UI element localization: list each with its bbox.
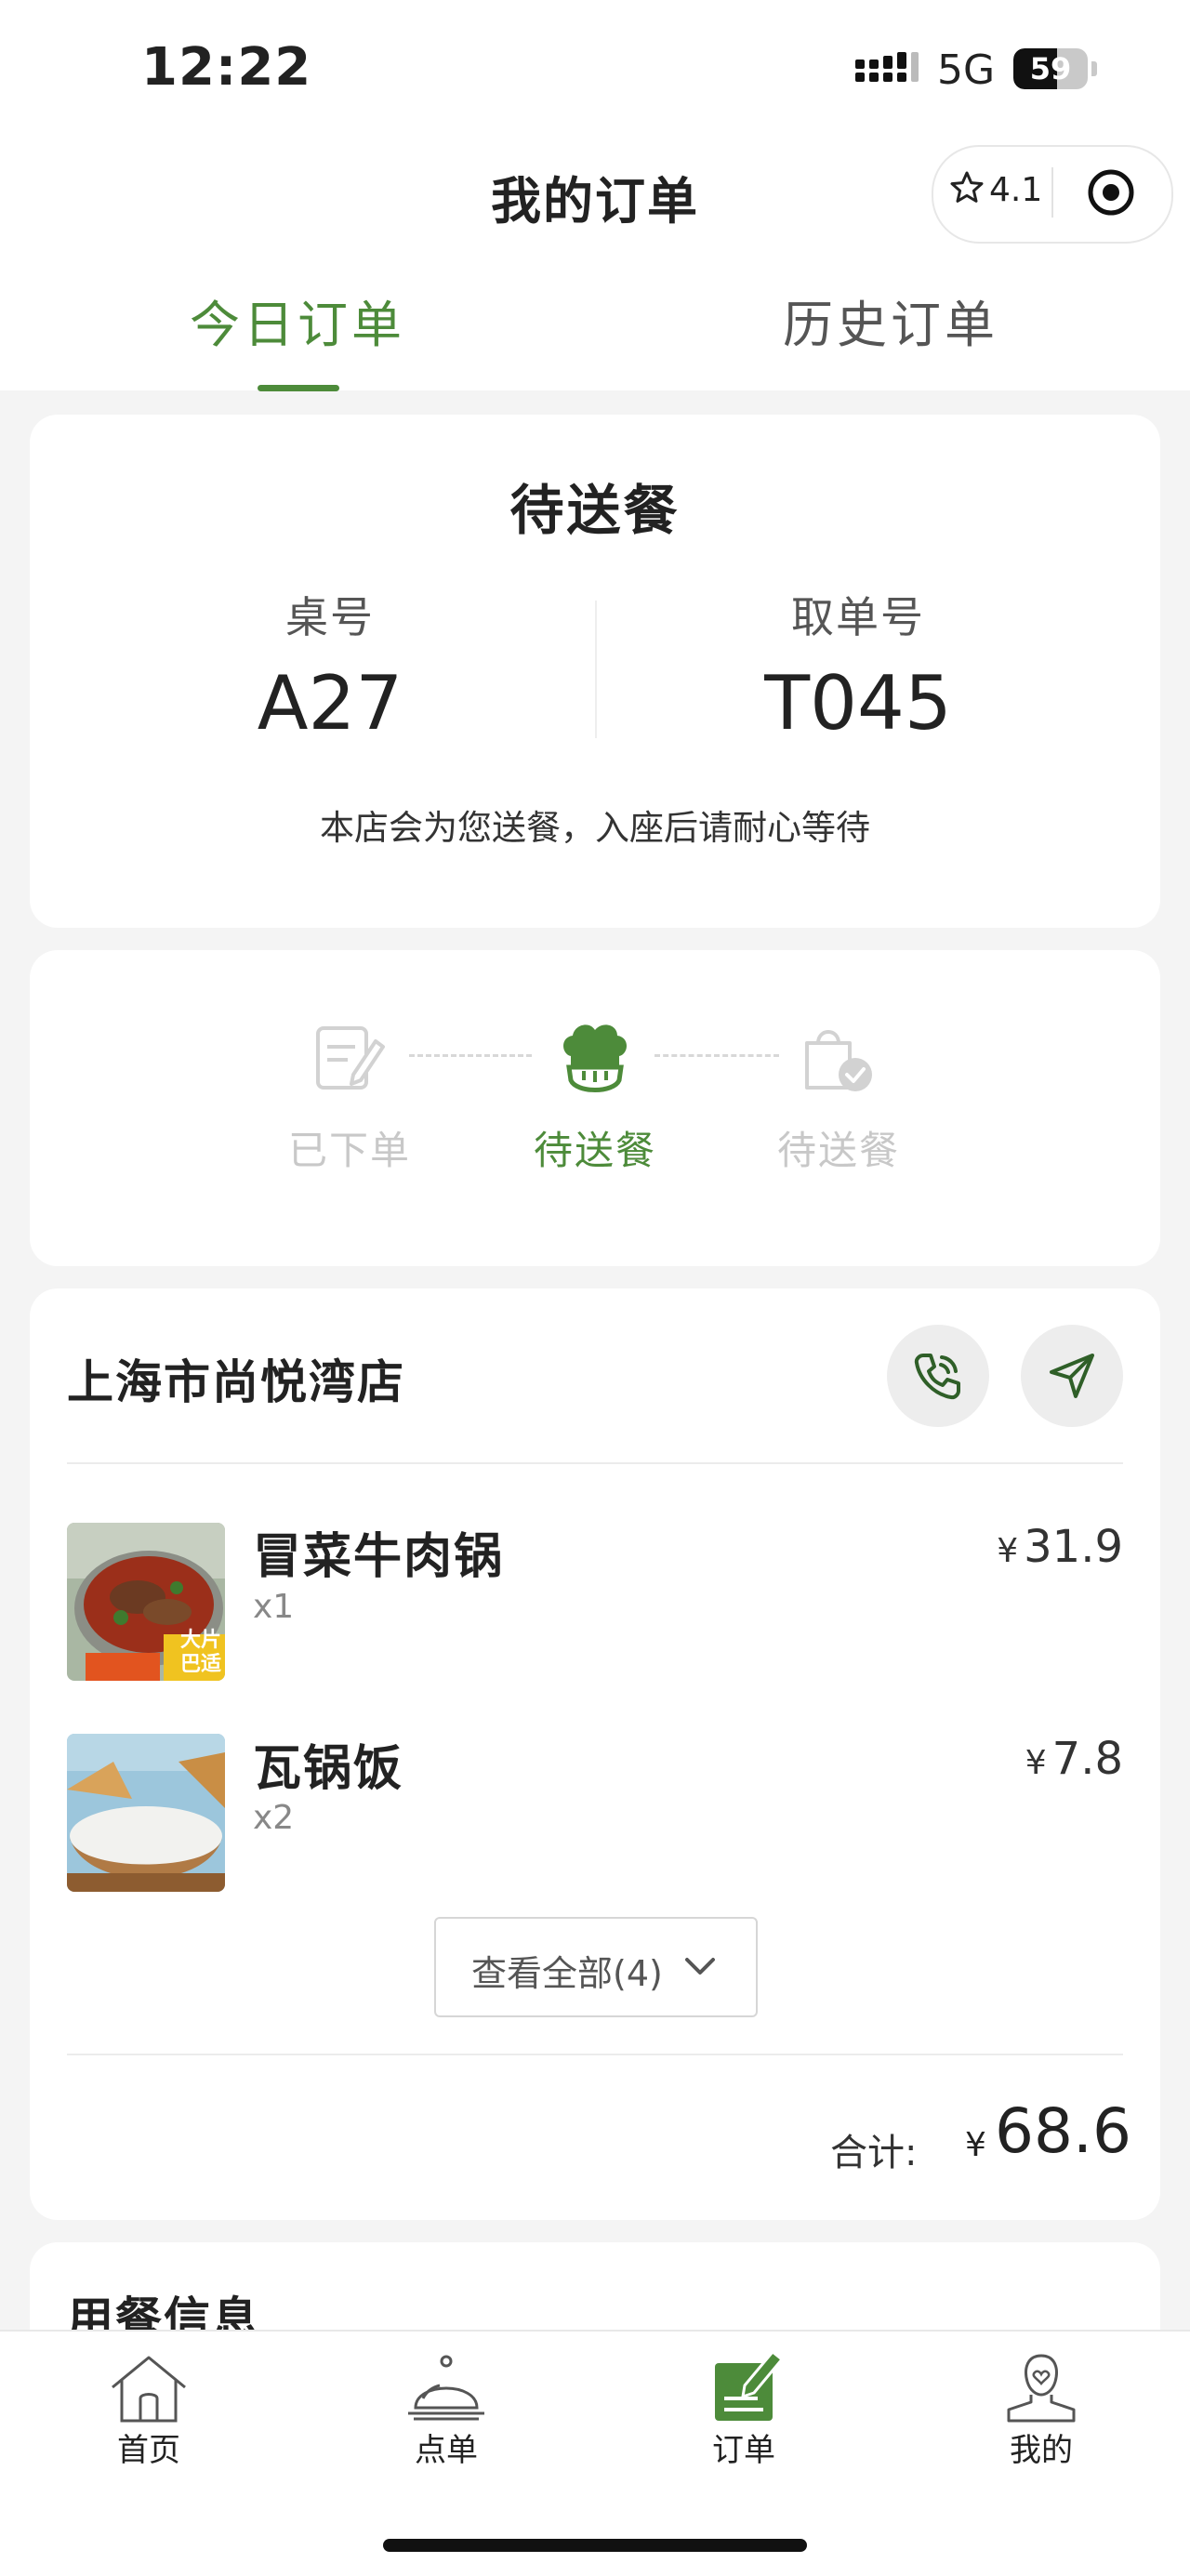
cloche-icon <box>408 2355 484 2421</box>
currency-symbol: ¥ <box>997 1532 1019 1570</box>
item-price: ¥31.9 <box>997 1521 1123 1573</box>
step-label-delivered: 待送餐 <box>776 1128 900 1173</box>
star-icon[interactable] <box>948 169 985 206</box>
rice-bowl-image <box>67 1734 225 1892</box>
nav-mine-label[interactable]: 我的 <box>976 2424 1106 2470</box>
close-target-icon[interactable] <box>1085 166 1137 218</box>
navigation-arrow-icon <box>1050 1354 1094 1398</box>
step-label-awaiting: 待送餐 <box>533 1128 656 1173</box>
order-icon <box>715 2350 784 2421</box>
signal-icon <box>855 52 919 82</box>
pickup-number-value: T045 <box>764 660 952 746</box>
network-label: 5G <box>937 46 996 94</box>
tab-active-indicator <box>258 385 339 391</box>
nav-order-label[interactable]: 点单 <box>381 2424 511 2470</box>
item-thumbnail[interactable]: 大片 巴适 <box>67 1523 225 1681</box>
table-number-label: 桌号 <box>285 592 375 642</box>
tab-today-orders[interactable]: 今日订单 <box>149 284 446 357</box>
order-status-title: 待送餐 <box>509 479 681 542</box>
chevron-down-icon[interactable] <box>683 1956 717 1978</box>
progress-connector <box>654 1054 779 1057</box>
phone-icon <box>914 1354 960 1400</box>
store-name: 上海市尚悦湾店 <box>67 1355 405 1409</box>
battery-tip <box>1091 61 1097 76</box>
tab-history-orders[interactable]: 历史订单 <box>742 284 1039 357</box>
item-thumbnail[interactable] <box>67 1734 225 1892</box>
item-quantity: x1 <box>253 1588 295 1626</box>
note-pencil-icon <box>316 1026 385 1090</box>
chef-hat-icon <box>563 1024 627 1092</box>
service-notice: 本店会为您送餐，入座后请耐心等待 <box>320 808 870 848</box>
pickup-number-label: 取单号 <box>791 592 925 642</box>
battery-indicator: 59 <box>1013 48 1088 89</box>
item-price-value: 31.9 <box>1024 1521 1123 1573</box>
item-price: ¥7.8 <box>1025 1733 1123 1785</box>
navigate-store-button[interactable] <box>1021 1325 1123 1427</box>
total-label: 合计: <box>830 2132 918 2174</box>
bag-check-icon <box>805 1030 872 1091</box>
profile-icon <box>1007 2354 1076 2423</box>
item-quantity: x2 <box>253 1799 295 1837</box>
home-icon <box>112 2356 186 2423</box>
total-amount: 68.6 <box>995 2095 1131 2167</box>
status-time: 12:22 <box>141 37 312 98</box>
item-price-value: 7.8 <box>1051 1733 1123 1785</box>
call-store-button[interactable] <box>887 1325 989 1427</box>
nav-home-label[interactable]: 首页 <box>84 2424 214 2470</box>
view-all-label[interactable]: 查看全部(4) <box>471 1945 663 1996</box>
capsule-divider <box>1051 167 1053 218</box>
order-progress-card <box>30 950 1160 1266</box>
nav-orders-label[interactable]: 订单 <box>679 2424 809 2470</box>
status-divider <box>595 601 597 738</box>
progress-connector <box>409 1054 532 1057</box>
home-indicator <box>383 2539 807 2552</box>
battery-percent: 59 <box>1029 51 1072 86</box>
thumbnail-overlay-text: 大片 巴适 <box>179 1629 221 1676</box>
item-name: 瓦锅饭 <box>253 1741 404 1797</box>
rating-value[interactable]: 4.1 <box>989 171 1042 209</box>
store-header-divider <box>67 1462 1123 1464</box>
currency-symbol: ¥ <box>1025 1744 1047 1782</box>
currency-symbol: ¥ <box>965 2126 986 2164</box>
step-label-ordered: 已下单 <box>287 1128 411 1173</box>
table-number-value: A27 <box>257 660 403 746</box>
total-divider <box>67 2054 1123 2055</box>
item-name: 冒菜牛肉锅 <box>253 1529 505 1585</box>
